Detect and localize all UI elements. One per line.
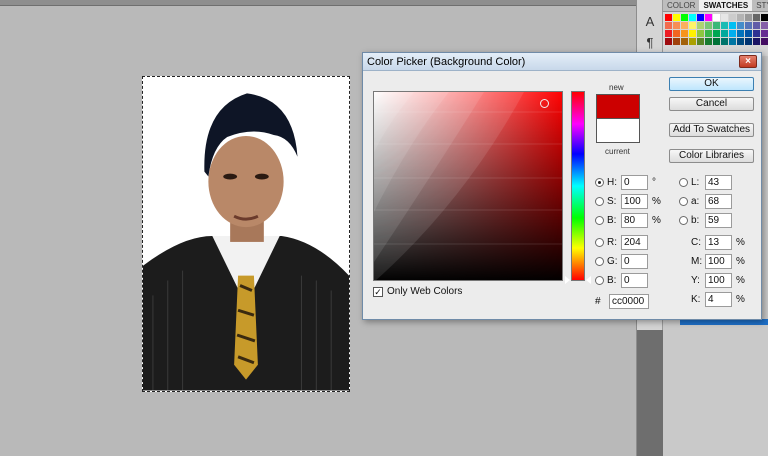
- red-radio[interactable]: [595, 237, 604, 247]
- lab-l-input[interactable]: 43: [705, 174, 732, 190]
- paragraph-icon-glyph: ¶: [646, 34, 654, 50]
- canvas-top-edge: [0, 0, 636, 6]
- yellow-row: Y: 100 %: [691, 272, 745, 288]
- swatches-panel: COLOR SWATCHES STYL: [663, 0, 768, 56]
- hue-input[interactable]: 0: [621, 174, 648, 190]
- hue-slider-left-arrow[interactable]: [565, 276, 570, 284]
- yellow-input[interactable]: 100: [705, 272, 732, 288]
- cyan-unit: %: [736, 236, 745, 248]
- cancel-button[interactable]: Cancel: [669, 97, 754, 111]
- black-row: K: 4 %: [691, 291, 745, 307]
- current-color-label: current: [605, 147, 630, 156]
- green-input[interactable]: 0: [621, 253, 648, 269]
- lab-a-radio[interactable]: [679, 196, 688, 206]
- saturation-unit: %: [652, 195, 661, 207]
- swatch-grid[interactable]: [665, 14, 768, 45]
- add-to-swatches-button[interactable]: Add To Swatches: [669, 123, 754, 137]
- blue-label: B:: [607, 274, 617, 286]
- lab-b-label: b:: [691, 214, 700, 226]
- hue-label: H:: [607, 176, 617, 188]
- hue-row: H: 0 °: [595, 174, 656, 190]
- blue-radio[interactable]: [595, 275, 604, 285]
- tab-swatches[interactable]: SWATCHES: [699, 0, 753, 11]
- hue-unit: °: [652, 176, 656, 188]
- magenta-input[interactable]: 100: [705, 253, 732, 269]
- yellow-label: Y:: [691, 274, 700, 286]
- lab-l-row: L: 43: [679, 174, 732, 190]
- paragraph-panel-icon[interactable]: ¶: [641, 33, 659, 51]
- lab-a-input[interactable]: 68: [705, 193, 732, 209]
- blue-row: B: 0: [595, 272, 648, 288]
- black-unit: %: [736, 293, 745, 305]
- saturation-input[interactable]: 100: [621, 193, 648, 209]
- brightness-unit: %: [652, 214, 661, 226]
- current-color-swatch[interactable]: [596, 118, 640, 143]
- character-icon-glyph: A: [645, 13, 655, 29]
- cyan-label: C:: [691, 236, 701, 248]
- tab-color[interactable]: COLOR: [663, 0, 699, 11]
- brightness-label: B:: [607, 214, 617, 226]
- cyan-input[interactable]: 13: [705, 234, 732, 250]
- only-web-colors-row: ✓ Only Web Colors: [373, 286, 462, 297]
- color-libraries-button[interactable]: Color Libraries: [669, 149, 754, 163]
- green-row: G: 0: [595, 253, 648, 269]
- new-color-swatch: [596, 94, 640, 118]
- hex-input[interactable]: cc0000: [609, 293, 649, 309]
- black-label: K:: [691, 293, 701, 305]
- color-picker-dialog: Color Picker (Background Color) × new cu…: [362, 52, 762, 320]
- green-radio[interactable]: [595, 256, 604, 266]
- hex-row: # cc0000: [595, 293, 649, 309]
- saturation-row: S: 100 %: [595, 193, 661, 209]
- saturation-radio[interactable]: [595, 196, 604, 206]
- red-input[interactable]: 204: [621, 234, 648, 250]
- only-web-colors-checkbox[interactable]: ✓: [373, 286, 383, 297]
- portrait-photo: [143, 77, 349, 391]
- color-field[interactable]: [373, 91, 563, 281]
- color-field-cursor[interactable]: [540, 99, 549, 108]
- cyan-row: C: 13 %: [691, 234, 745, 250]
- yellow-unit: %: [736, 274, 745, 286]
- lab-a-label: a:: [691, 195, 700, 207]
- magenta-row: M: 100 %: [691, 253, 745, 269]
- hue-slider[interactable]: [571, 91, 585, 281]
- black-input[interactable]: 4: [705, 291, 732, 307]
- magenta-label: M:: [691, 255, 703, 267]
- tab-styles[interactable]: STYL: [752, 0, 768, 11]
- dialog-title: Color Picker (Background Color): [367, 55, 526, 68]
- lab-l-radio[interactable]: [679, 177, 688, 187]
- close-button[interactable]: ×: [739, 55, 757, 68]
- hue-slider-right-arrow[interactable]: [586, 276, 591, 284]
- document-canvas[interactable]: [142, 76, 350, 392]
- magenta-unit: %: [736, 255, 745, 267]
- color-field-gradient: [374, 92, 562, 280]
- hue-radio[interactable]: [595, 177, 604, 187]
- lab-l-label: L:: [691, 176, 700, 188]
- panel-dark-region: [637, 330, 663, 456]
- brightness-input[interactable]: 80: [621, 212, 648, 228]
- lab-a-row: a: 68: [679, 193, 732, 209]
- character-panel-icon[interactable]: A: [641, 12, 659, 30]
- green-label: G:: [607, 255, 618, 267]
- brightness-row: B: 80 %: [595, 212, 661, 228]
- new-color-label: new: [609, 83, 624, 92]
- red-label: R:: [607, 236, 617, 248]
- blue-input[interactable]: 0: [621, 272, 648, 288]
- only-web-colors-label: Only Web Colors: [387, 286, 463, 297]
- hex-label: #: [595, 295, 601, 307]
- brightness-radio[interactable]: [595, 215, 604, 225]
- lab-b-radio[interactable]: [679, 215, 688, 225]
- dialog-titlebar[interactable]: Color Picker (Background Color): [363, 53, 761, 71]
- saturation-label: S:: [607, 195, 617, 207]
- lab-b-input[interactable]: 59: [705, 212, 732, 228]
- swatches-panel-tabs: COLOR SWATCHES STYL: [663, 0, 768, 12]
- lab-b-row: b: 59: [679, 212, 732, 228]
- ok-button[interactable]: OK: [669, 77, 754, 91]
- red-row: R: 204: [595, 234, 648, 250]
